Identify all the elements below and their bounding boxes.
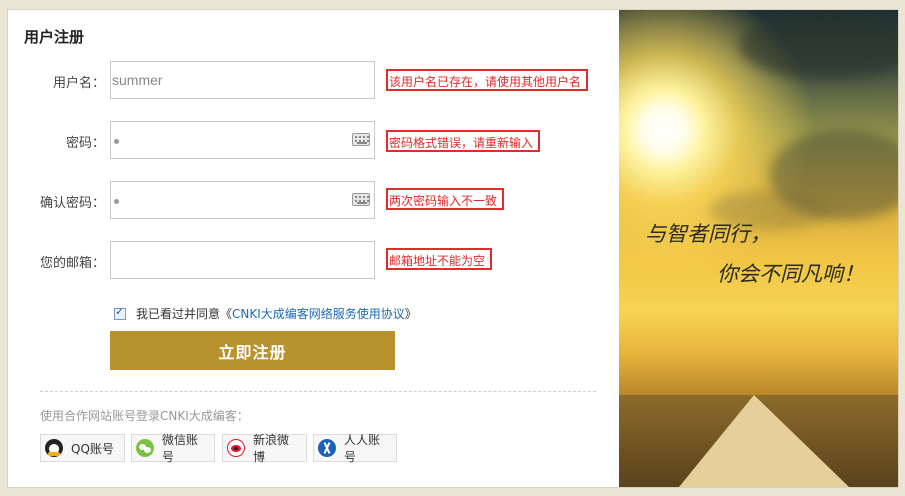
email-error: 邮箱地址不能为空 [386, 248, 493, 270]
qq-login-button[interactable]: QQ账号 [40, 434, 125, 462]
agreement-row: 我已看过并同意《CNKI大成编客网络服务使用协议》 [114, 305, 417, 322]
partner-login-intro: 使用合作网站账号登录CNKI大成编客： [40, 409, 249, 423]
username-field[interactable] [110, 61, 375, 99]
agreement-suffix: 》 [404, 307, 417, 321]
confirm-password-field[interactable] [110, 181, 375, 219]
password-mask-dot [114, 199, 119, 204]
keyboard-icon[interactable] [352, 133, 370, 146]
email-label: 您的邮箱： [39, 256, 105, 271]
registration-form: 用户注册 用户名： 该用户名已存在，请使用其他用户名 密码： 密码格式错误，请重… [8, 10, 619, 487]
password-label: 密码： [65, 136, 105, 151]
agreement-checkbox[interactable] [114, 305, 126, 320]
wechat-icon [136, 439, 154, 457]
banner-slogan-line2: 你会不同凡响！ [717, 262, 864, 286]
keyboard-icon[interactable] [352, 193, 370, 206]
email-input[interactable] [111, 242, 337, 278]
weibo-login-label: 新浪微博 [253, 433, 290, 464]
password-field[interactable] [110, 121, 375, 159]
agreement-link[interactable]: CNKI大成编客网络服务使用协议 [232, 305, 405, 322]
confirm-password-label: 确认密码： [39, 196, 105, 211]
weibo-icon [227, 439, 245, 457]
username-label: 用户名： [52, 76, 105, 91]
password-mask-dot [114, 139, 119, 144]
password-error: 密码格式错误，请重新输入 [386, 130, 541, 152]
register-button[interactable]: 立即注册 [110, 331, 395, 370]
qq-login-label: QQ账号 [71, 441, 114, 456]
wechat-login-label: 微信账号 [162, 433, 199, 464]
divider [40, 391, 596, 392]
weibo-login-button[interactable]: 新浪微博 [222, 433, 307, 464]
banner-slogan-line1: 与智者同行， [645, 222, 771, 246]
confirm-password-error: 两次密码输入不一致 [386, 188, 505, 210]
dirt-road [679, 395, 849, 487]
renren-icon [318, 439, 336, 457]
banner-image: 与智者同行， 你会不同凡响！ [619, 10, 898, 487]
cloud [739, 10, 898, 80]
username-error: 该用户名已存在，请使用其他用户名 [386, 69, 589, 91]
renren-login-label: 人人账号 [344, 433, 381, 464]
agreement-prefix: 我已看过并同意《 [136, 307, 233, 321]
qq-icon [45, 439, 63, 457]
registration-panel: 用户注册 用户名： 该用户名已存在，请使用其他用户名 密码： 密码格式错误，请重… [8, 10, 898, 487]
renren-login-button[interactable]: 人人账号 [313, 433, 397, 464]
wechat-login-button[interactable]: 微信账号 [131, 433, 215, 464]
email-field[interactable] [110, 241, 375, 279]
username-input[interactable] [111, 62, 337, 98]
form-title: 用户注册 [24, 28, 85, 46]
